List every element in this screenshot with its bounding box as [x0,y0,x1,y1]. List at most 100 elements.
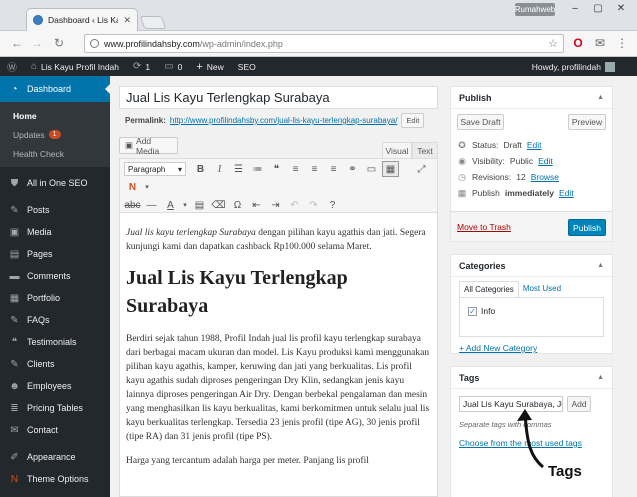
add-media-button[interactable]: ▣ Add Media [119,136,178,156]
undo-icon[interactable]: ↶ [286,197,303,213]
sidebar-item-comments[interactable]: ▬ Comments [0,265,110,287]
clear-formatting-icon[interactable]: ⌫ [210,197,227,213]
wp-logo-menu[interactable]: Ⓦ [0,57,24,76]
more-tag-icon[interactable]: ▭ [363,161,380,177]
move-to-trash-link[interactable]: Move to Trash [457,222,511,232]
account-menu[interactable]: Howdy, profilindah [532,57,615,76]
sidebar-item-posts[interactable]: ✎ Posts [0,199,110,221]
outdent-icon[interactable]: ⇤ [248,197,265,213]
sidebar-item-label: Clients [27,359,55,369]
blockquote-icon[interactable]: ❝ [268,161,285,177]
save-draft-button[interactable]: Save Draft [457,114,504,130]
sidebar-item-theme-options[interactable]: N Theme Options [0,468,110,490]
text-color-icon[interactable]: A [162,197,179,213]
submenu-home[interactable]: Home [0,106,110,125]
sidebar-item-testimonials[interactable]: ❝ Testimonials [0,331,110,353]
browser-profile-badge[interactable]: Rumahweb [515,3,555,16]
sidebar-item-pages[interactable]: ▤ Pages [0,243,110,265]
add-tag-button[interactable]: Add [567,396,591,412]
toolbar-toggle-icon[interactable]: ▦ [382,161,399,177]
redo-icon[interactable]: ↷ [305,197,322,213]
special-character-icon[interactable]: Ω [229,197,246,213]
paste-text-icon[interactable]: ▤ [191,197,208,213]
content-paragraph: Harga yang tercantum adalah harga per me… [126,456,369,466]
post-title-input[interactable]: Jual Lis Kayu Terlengkap Surabaya [119,86,438,109]
maximize-icon[interactable]: ▢ [588,3,608,14]
wp-admin-bar: Ⓦ ⌂ Lis Kayu Profil Indah ⟳ 1 ▭ 0 + New SEO … [0,57,637,76]
window-close-icon[interactable]: ✕ [611,3,631,14]
help-icon[interactable]: ? [324,197,341,213]
strikethrough-icon[interactable]: abc [124,197,141,213]
status-edit-link[interactable]: Edit [527,140,542,150]
sidebar-item-employees[interactable]: ☻ Employees [0,375,110,397]
sidebar-item-dashboard[interactable]: ◔ Dashboard [0,76,110,102]
sidebar-item-clients[interactable]: ✎ Clients [0,353,110,375]
add-new-category-link[interactable]: + Add New Category [459,343,537,353]
bookmark-star-icon[interactable]: ☆ [548,37,558,50]
submenu-updates[interactable]: Updates 1 [0,125,110,144]
preview-button[interactable]: Preview [568,114,606,130]
editor-content[interactable]: Jual lis kayu terlengkap Surabaya dengan… [119,213,438,497]
sidebar-item-appearance[interactable]: ✐ Appearance [0,446,110,468]
checkbox-checked[interactable]: ✓ [468,307,477,317]
comments-link[interactable]: ▭ 0 [157,57,189,76]
site-name-link[interactable]: ⌂ Lis Kayu Profil Indah [24,57,126,76]
browser-tab[interactable]: Dashboard ‹ Lis Kayu Pro ✕ [26,8,138,31]
tab-most-used[interactable]: Most Used [519,281,565,297]
revisions-browse-link[interactable]: Browse [531,172,559,182]
tab-text[interactable]: Text [412,142,438,158]
info-icon[interactable] [90,39,99,48]
address-bar[interactable]: www.profilindahsby.com/wp-admin/index.ph… [84,34,564,53]
bold-icon[interactable]: B [192,161,209,177]
forward-icon[interactable]: → [30,36,44,50]
opera-extension-icon[interactable]: O [570,36,586,50]
bullet-list-icon[interactable]: ☰ [230,161,247,177]
horizontal-line-icon[interactable]: — [143,197,160,213]
schedule-edit-link[interactable]: Edit [559,188,574,198]
caret-up-icon[interactable]: ▲ [597,94,604,101]
sidebar-item-contact[interactable]: ✉ Contact [0,419,110,441]
sidebar-item-label: All in One SEO [27,178,88,188]
permalink-edit-button[interactable]: Edit [401,113,425,128]
sidebar-item-pricing-tables[interactable]: ≣ Pricing Tables [0,397,110,419]
updates-link[interactable]: ⟳ 1 [126,57,157,76]
italic-icon[interactable]: I [211,161,228,177]
submenu-health-check[interactable]: Health Check [0,144,110,163]
new-content-link[interactable]: + New [189,57,230,76]
sidebar-item-all-in-one-seo[interactable]: ⛊ All in One SEO [0,172,110,194]
sidebar-item-faqs[interactable]: ✎ FAQs [0,309,110,331]
caret-up-icon[interactable]: ▲ [597,374,604,381]
minimize-icon[interactable]: – [565,3,585,14]
align-right-icon[interactable]: ≡ [325,161,342,177]
sidebar-item-portfolio[interactable]: ▦ Portfolio [0,287,110,309]
chevron-down-icon[interactable]: ▾ [143,179,151,195]
fullscreen-icon[interactable]: ⤢ [413,161,430,177]
chevron-down-icon[interactable]: ▾ [181,197,189,213]
permalink-link[interactable]: http://www.profilindahsby.com/jual-lis-k… [170,116,398,125]
publish-button[interactable]: Publish [568,219,606,236]
numbered-list-icon[interactable]: ≔ [249,161,266,177]
sidebar-item-media[interactable]: ▣ Media [0,221,110,243]
tab-all-categories[interactable]: All Categories [459,281,519,297]
indent-icon[interactable]: ⇥ [267,197,284,213]
seo-link[interactable]: SEO [231,57,263,76]
close-icon[interactable]: ✕ [123,15,131,26]
reload-icon[interactable]: ↻ [52,36,66,50]
format-select[interactable]: Paragraph ▾ [124,162,186,176]
publish-box-header[interactable]: Publish ▲ [451,87,612,109]
mail-extension-icon[interactable]: ✉ [592,36,608,50]
align-left-icon[interactable]: ≡ [287,161,304,177]
back-icon[interactable]: ← [10,36,24,50]
menu-kebab-icon[interactable]: ⋮ [614,36,630,50]
categories-box-header[interactable]: Categories ▲ [451,255,612,277]
tab-visual[interactable]: Visual [382,142,412,158]
insert-link-icon[interactable]: ⚭ [344,161,361,177]
caret-up-icon[interactable]: ▲ [597,262,604,269]
intro-paragraph: Jual lis kayu terlengkap Surabaya dengan… [126,226,431,254]
theme-shortcode-icon[interactable]: N [124,179,141,195]
align-center-icon[interactable]: ≡ [306,161,323,177]
new-tab-button[interactable] [139,16,167,29]
visibility-edit-link[interactable]: Edit [538,156,553,166]
category-item[interactable]: ✓ Info [468,306,495,317]
tags-box-header[interactable]: Tags ▲ [451,367,612,389]
